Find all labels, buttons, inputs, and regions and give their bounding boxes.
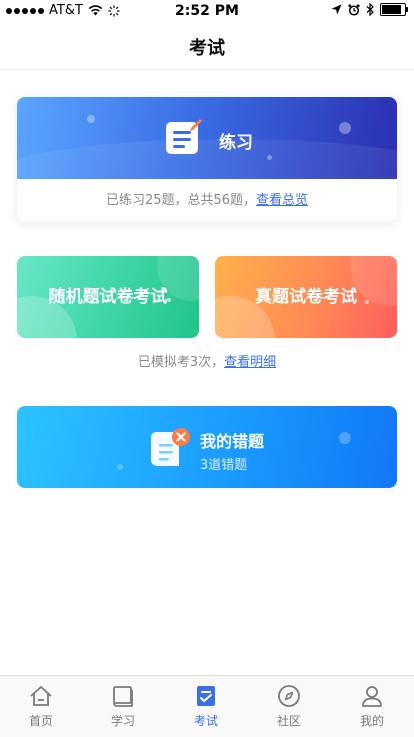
tab-home[interactable]: 首页 — [0, 676, 82, 737]
navigation-bar: 考试 — [0, 22, 414, 70]
page-title: 考试 — [189, 38, 225, 59]
random-exam-label: 随机题试卷考试 — [48, 287, 168, 307]
exam-icon — [197, 686, 215, 706]
tab-community-label: 社区 — [276, 714, 301, 728]
book-icon — [113, 686, 133, 707]
bluetooth-icon — [366, 3, 374, 16]
edit-note-icon — [166, 119, 202, 154]
tab-home-label: 首页 — [28, 714, 53, 728]
practice-label: 练习 — [219, 133, 253, 153]
view-details-link[interactable]: 查看明细 — [224, 355, 276, 370]
real-exam-button[interactable]: 真题试卷考试 — [215, 256, 397, 338]
user-icon — [362, 686, 382, 707]
practice-summary: 已练习25题，总共56题， — [105, 193, 257, 208]
tab-study[interactable]: 学习 — [82, 676, 164, 737]
tab-exam-label: 考试 — [193, 714, 218, 728]
tab-exam[interactable]: 考试 — [165, 676, 247, 737]
tab-bar: 首页 学习 考试 社区 我的 — [0, 675, 414, 737]
real-exam-label: 真题试卷考试 — [255, 287, 357, 307]
wrong-questions-title: 我的错题 — [200, 432, 265, 451]
compass-icon — [278, 685, 300, 707]
wrong-questions-card[interactable]: 我的错题 3道错题 — [17, 406, 397, 488]
alarm-icon — [348, 3, 360, 16]
battery-icon — [380, 3, 408, 16]
practice-card: 练习 已练习25题，总共56题，查看总览 — [17, 97, 397, 222]
tab-study-label: 学习 — [110, 714, 135, 728]
practice-summary-row: 已练习25题，总共56题，查看总览 — [17, 179, 397, 222]
tab-mine-label: 我的 — [359, 714, 384, 728]
random-exam-button[interactable]: 随机题试卷考试 — [17, 256, 199, 338]
mock-summary-row: 已模拟考3次，查看明细 — [0, 351, 414, 370]
view-overview-link[interactable]: 查看总览 — [256, 193, 308, 208]
mock-summary: 已模拟考3次， — [137, 355, 225, 370]
wrong-scroll-icon — [151, 428, 190, 466]
home-icon — [30, 686, 52, 706]
tab-community[interactable]: 社区 — [248, 676, 330, 737]
tab-mine[interactable]: 我的 — [331, 676, 413, 737]
practice-button[interactable]: 练习 — [17, 97, 397, 209]
wrong-questions-count: 3道错题 — [200, 458, 248, 473]
status-bar: AT&T 2:52 PM — [0, 0, 414, 22]
location-arrow-icon — [331, 4, 342, 15]
